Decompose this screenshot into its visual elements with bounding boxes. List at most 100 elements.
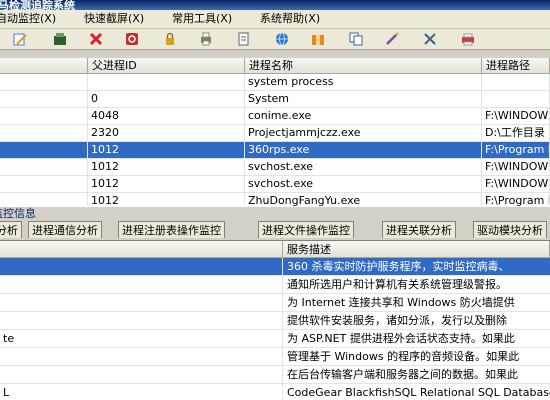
service-name-cell — [0, 366, 283, 383]
menu-auto-monitor[interactable]: 自动监控(X) — [0, 12, 56, 26]
service-row[interactable]: 管理基于 Windows 的程序的音频设备。如果此 — [0, 348, 550, 366]
process-ppid-cell: 1012 — [88, 142, 245, 158]
process-pid-cell — [0, 142, 88, 158]
process-ppid-cell: 1012 — [88, 193, 245, 206]
service-desc-cell: 360 杀毒实时防护服务程序，实时监控病毒、 — [287, 260, 510, 273]
service-row[interactable]: te 为 ASP.NET 提供进程外会话状态支持。如果此 — [0, 330, 550, 348]
service-name-cell — [0, 312, 283, 329]
service-row[interactable]: 通知所选用户和计算机有关系统管理级警报。 — [0, 276, 550, 294]
tab-registry-monitor[interactable]: 进程注册表操作监控 — [118, 221, 225, 238]
tab-driver-module[interactable]: 驱动模块分析 — [473, 221, 547, 238]
process-row[interactable]: 1012 360rps.exe F:\Program F — [0, 142, 550, 159]
process-ppid-cell: 0 — [88, 91, 245, 107]
process-path-cell: F:\WINDOWS — [482, 159, 550, 175]
lock-icon[interactable] — [162, 31, 178, 47]
column-header-service-name[interactable] — [0, 241, 283, 258]
service-row[interactable]: L CodeGear BlackfishSQL Relational SQL Da… — [0, 384, 550, 400]
service-name-cell — [0, 294, 283, 311]
save-icon[interactable] — [52, 31, 68, 47]
process-path-cell: F:\WINDOWS — [482, 108, 550, 124]
delete-icon[interactable] — [88, 31, 104, 47]
tab-process-communication[interactable]: 进程通信分析 — [28, 221, 102, 238]
process-ppid-cell — [88, 74, 245, 90]
tab-process-association[interactable]: 进程关联分析 — [382, 221, 456, 238]
process-ppid-cell: 1012 — [88, 159, 245, 175]
process-row[interactable]: 1012 ZhuDongFangYu.exe F:\Program F — [0, 193, 550, 206]
process-name-cell: ZhuDongFangYu.exe — [245, 193, 482, 206]
service-desc-cell: 在后台传输客户端和服务器之间的数据。如果此 — [287, 368, 518, 381]
process-path-cell — [482, 91, 550, 107]
process-pid-cell — [0, 159, 88, 175]
service-name-cell: L — [0, 384, 283, 400]
process-ppid-cell: 1012 — [88, 176, 245, 192]
tab-strip: 分析 进程通信分析 进程注册表操作监控 进程文件操作监控 进程关联分析 驱动模块… — [0, 220, 550, 241]
process-name-cell: 360rps.exe — [245, 142, 482, 158]
process-row[interactable]: 1012 svchost.exe F:\WINDOWS — [0, 159, 550, 176]
service-row[interactable]: 为 Internet 连接共享和 Windows 防火墙提供 — [0, 294, 550, 312]
edit-icon[interactable] — [12, 31, 28, 47]
process-ppid-cell: 2320 — [88, 125, 245, 141]
tab-file-monitor[interactable]: 进程文件操作监控 — [258, 221, 354, 238]
service-name-cell — [0, 258, 283, 275]
column-header-process-name[interactable]: 进程名称 — [245, 58, 482, 74]
service-row[interactable]: 在后台传输客户端和服务器之间的数据。如果此 — [0, 366, 550, 384]
window-title: 马检测追踪系统 — [0, 0, 75, 10]
process-name-cell: conime.exe — [245, 108, 482, 124]
process-row[interactable]: 2320 Projectjammjczz.exe D:\工作目录 — [0, 125, 550, 142]
process-name-cell: svchost.exe — [245, 176, 482, 192]
menu-bar: 自动监控(X) 快速截屏(X) 常用工具(X) 系统帮助(X) — [0, 10, 550, 29]
menu-system-help[interactable]: 系统帮助(X) — [260, 12, 320, 26]
process-path-cell — [482, 74, 550, 90]
service-desc-cell: 管理基于 Windows 的程序的音频设备。如果此 — [287, 350, 520, 363]
service-table: 服务描述 360 杀毒实时防护服务程序，实时监控病毒、 通知所选用户和计算机有关系… — [0, 241, 550, 400]
process-name-cell: svchost.exe — [245, 159, 482, 175]
menu-common-tools[interactable]: 常用工具(X) — [172, 12, 232, 26]
process-table: 父进程ID 进程名称 进程路径 system process 0 System 404… — [0, 58, 550, 206]
globe-icon[interactable] — [274, 31, 290, 47]
menu-quick-screenshot[interactable]: 快速截屏(X) — [84, 12, 144, 26]
service-name-cell: te — [0, 330, 283, 347]
print-icon[interactable] — [198, 31, 214, 47]
process-pid-cell — [0, 125, 88, 141]
service-desc-cell: 为 Internet 连接共享和 Windows 防火墙提供 — [287, 296, 515, 309]
process-pid-cell — [0, 91, 88, 107]
process-path-cell: F:\Program F — [482, 142, 550, 158]
process-ppid-cell: 4048 — [88, 108, 245, 124]
column-header-service-desc[interactable]: 服务描述 — [283, 241, 550, 258]
service-desc-cell: 通知所选用户和计算机有关系统管理级警报。 — [287, 278, 507, 291]
service-name-cell — [0, 276, 283, 293]
tab-analysis[interactable]: 分析 — [0, 221, 22, 238]
process-pid-cell — [0, 193, 88, 206]
process-name-cell: System — [245, 91, 482, 107]
panel-title: 监控信息 — [0, 207, 36, 220]
package-icon[interactable] — [310, 31, 326, 47]
toolbar-spacer — [0, 50, 550, 58]
service-row[interactable]: 提供软件安装服务，诸如分派，发行以及删除 — [0, 312, 550, 330]
process-row[interactable]: 1012 svchost.exe F:\WINDOWS — [0, 176, 550, 193]
service-name-cell — [0, 348, 283, 365]
column-header-blank[interactable] — [0, 58, 88, 74]
process-path-cell: D:\工作目录 — [482, 125, 550, 141]
toolbar — [0, 29, 550, 50]
process-name-cell: system process — [245, 74, 482, 90]
document-icon[interactable] — [236, 31, 252, 47]
column-header-ppid[interactable]: 父进程ID — [88, 58, 245, 74]
process-row[interactable]: system process — [0, 74, 550, 91]
panel-header: 监控信息 — [0, 206, 550, 221]
service-desc-cell: CodeGear BlackfishSQL Relational SQL Dat… — [287, 386, 550, 399]
refresh-icon[interactable] — [124, 31, 140, 47]
process-row[interactable]: 4048 conime.exe F:\WINDOWS — [0, 108, 550, 125]
process-pid-cell — [0, 108, 88, 124]
service-desc-cell: 为 ASP.NET 提供进程外会话状态支持。如果此 — [287, 332, 515, 345]
process-pid-cell — [0, 74, 88, 90]
service-desc-cell: 提供软件安装服务，诸如分派，发行以及删除 — [287, 314, 507, 327]
process-path-cell: F:\Program F — [482, 193, 550, 206]
printer-icon[interactable] — [460, 31, 476, 47]
tools-icon[interactable] — [422, 31, 438, 47]
title-bar: 马检测追踪系统 — [0, 0, 550, 10]
copy-icon[interactable] — [348, 31, 364, 47]
service-row[interactable]: 360 杀毒实时防护服务程序，实时监控病毒、 — [0, 258, 550, 276]
process-row[interactable]: 0 System — [0, 91, 550, 108]
pen-icon[interactable] — [384, 31, 400, 47]
column-header-process-path[interactable]: 进程路径 — [482, 58, 550, 74]
